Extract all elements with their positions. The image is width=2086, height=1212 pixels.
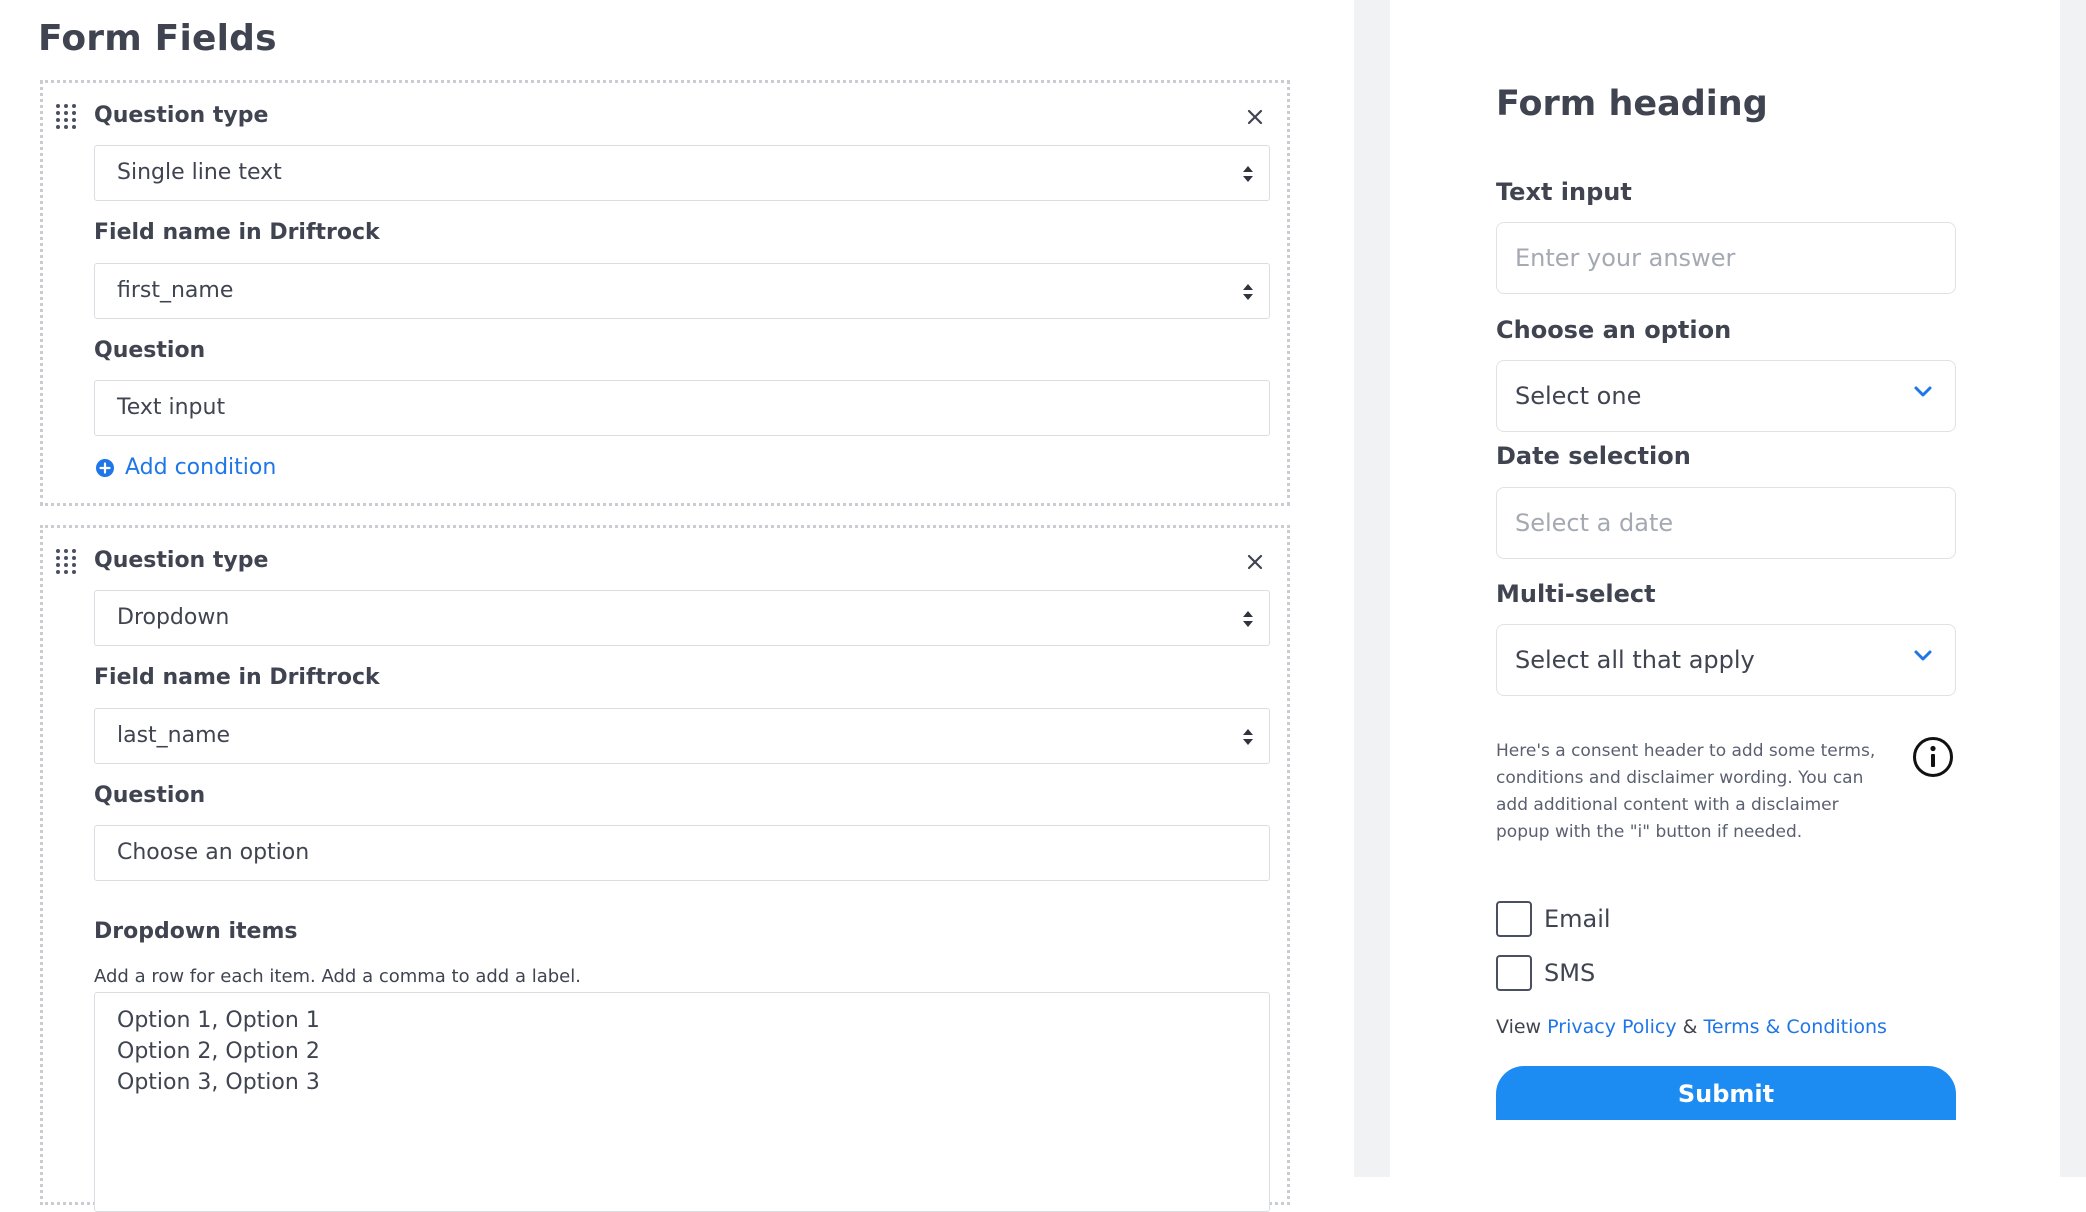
multi-select-field[interactable]: Select all that apply: [1496, 624, 1956, 696]
sort-arrows-icon: [1243, 284, 1253, 300]
terms-conditions-link[interactable]: Terms & Conditions: [1704, 1016, 1887, 1038]
chevron-down-icon: [1914, 650, 1932, 661]
choose-option-label: Choose an option: [1496, 316, 1732, 344]
chevron-down-icon: [1914, 386, 1932, 397]
field-name-label: Field name in Driftrock: [94, 220, 380, 245]
page-title: Form Fields: [38, 18, 277, 59]
question-type-label: Question type: [94, 548, 269, 573]
ampersand: &: [1682, 1016, 1698, 1038]
close-icon[interactable]: [1243, 105, 1267, 129]
consent-text: Here's a consent header to add some term…: [1496, 741, 1876, 842]
drag-handle-icon[interactable]: [55, 103, 77, 129]
info-icon[interactable]: [1912, 736, 1954, 778]
question-input[interactable]: Choose an option: [94, 825, 1270, 881]
question-value: Choose an option: [117, 840, 310, 865]
field-name-label: Field name in Driftrock: [94, 665, 380, 690]
choose-option-value: Select one: [1515, 382, 1642, 410]
plus-circle-icon: [96, 458, 114, 477]
field-name-select[interactable]: first_name: [94, 263, 1270, 319]
question-value: Text input: [117, 395, 226, 420]
form-heading: Form heading: [1496, 84, 1768, 124]
form-preview-panel: [1390, 0, 2060, 1177]
text-input-placeholder: Enter your answer: [1515, 244, 1736, 272]
email-checkbox[interactable]: [1496, 901, 1532, 937]
close-icon[interactable]: [1243, 550, 1267, 574]
sort-arrows-icon: [1243, 611, 1253, 627]
email-checkbox-row[interactable]: Email: [1496, 901, 1611, 937]
dropdown-items-textarea[interactable]: Option 1, Option 1 Option 2, Option 2 Op…: [94, 992, 1270, 1212]
question-type-value: Single line text: [117, 160, 282, 185]
field-card-1: Question type Single line text Field nam…: [40, 80, 1290, 506]
choose-option-select[interactable]: Select one: [1496, 360, 1956, 432]
sms-checkbox[interactable]: [1496, 955, 1532, 991]
question-input[interactable]: Text input: [94, 380, 1270, 436]
form-fields-editor: Form Fields Question type Single line te…: [0, 0, 1354, 1212]
field-name-select[interactable]: last_name: [94, 708, 1270, 764]
question-label: Question: [94, 783, 206, 808]
sort-arrows-icon: [1243, 166, 1253, 182]
question-type-label: Question type: [94, 103, 269, 128]
view-prefix: View: [1496, 1016, 1542, 1038]
dropdown-item-line: Option 1, Option 1: [117, 1008, 320, 1033]
field-name-value: first_name: [117, 278, 234, 303]
multi-select-label: Multi-select: [1496, 580, 1656, 608]
dropdown-item-line: Option 2, Option 2: [117, 1039, 320, 1064]
question-type-select[interactable]: Dropdown: [94, 590, 1270, 646]
multi-select-value: Select all that apply: [1515, 646, 1755, 674]
field-card-2: Question type Dropdown Field name in Dri…: [40, 525, 1290, 1212]
question-type-select[interactable]: Single line text: [94, 145, 1270, 201]
text-input-label: Text input: [1496, 178, 1632, 206]
privacy-policy-link[interactable]: Privacy Policy: [1547, 1016, 1676, 1038]
text-input-field[interactable]: Enter your answer: [1496, 222, 1956, 294]
dropdown-items-hint: Add a row for each item. Add a comma to …: [94, 966, 581, 987]
sms-checkbox-row[interactable]: SMS: [1496, 955, 1595, 991]
dropdown-item-line: Option 3, Option 3: [117, 1070, 320, 1095]
email-checkbox-label: Email: [1544, 905, 1611, 933]
drag-handle-icon[interactable]: [55, 548, 77, 574]
sort-arrows-icon: [1243, 729, 1253, 745]
dropdown-items-label: Dropdown items: [94, 919, 298, 944]
date-placeholder: Select a date: [1515, 509, 1674, 537]
question-label: Question: [94, 338, 206, 363]
submit-button[interactable]: Submit: [1496, 1066, 1956, 1120]
field-name-value: last_name: [117, 723, 231, 748]
add-condition-label: Add condition: [125, 455, 277, 480]
date-selection-label: Date selection: [1496, 442, 1691, 470]
policy-links: View Privacy Policy & Terms & Conditions: [1496, 1016, 1887, 1038]
question-type-value: Dropdown: [117, 605, 230, 630]
sms-checkbox-label: SMS: [1544, 959, 1596, 987]
date-selection-field[interactable]: Select a date: [1496, 487, 1956, 559]
add-condition-button[interactable]: Add condition: [95, 455, 276, 480]
